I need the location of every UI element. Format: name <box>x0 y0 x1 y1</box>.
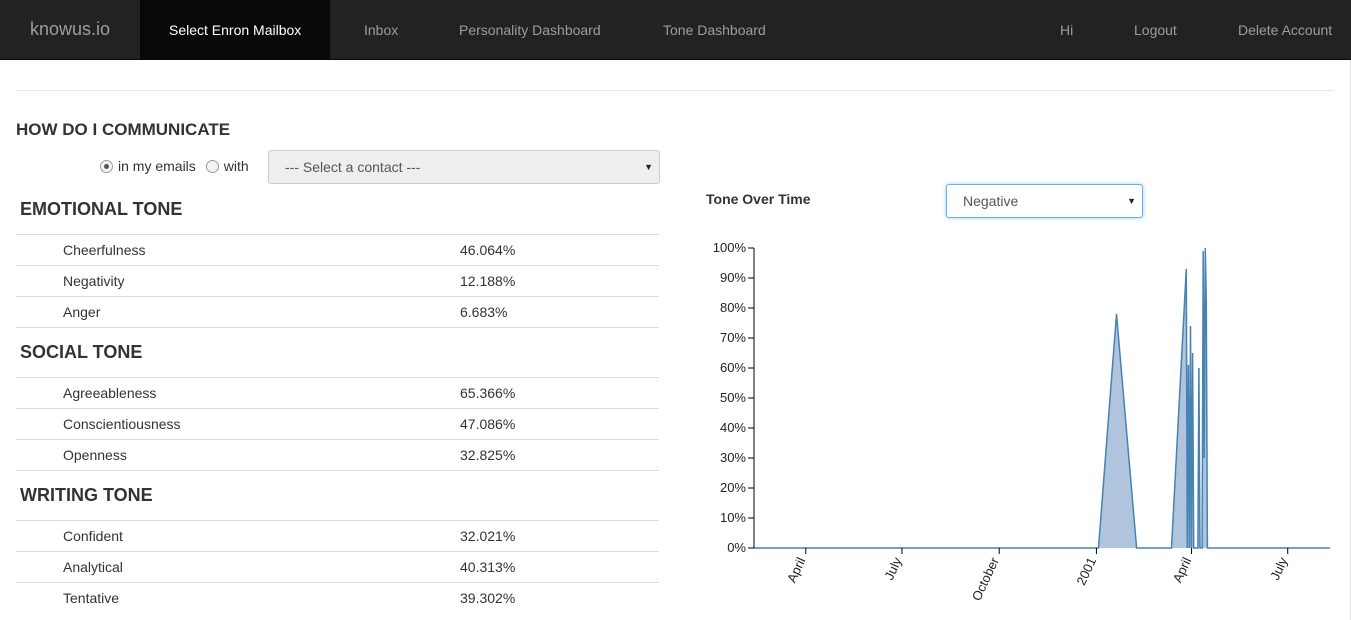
radio-with-label[interactable]: with <box>224 158 249 174</box>
tone-type-select[interactable]: Negative ▼ <box>946 184 1143 218</box>
contact-select[interactable]: --- Select a contact --- ▼ <box>268 150 660 184</box>
emotional-tone-heading: EMOTIONAL TONE <box>20 199 183 219</box>
y-tick-label: 10% <box>720 510 746 525</box>
social-tone-heading: SOCIAL TONE <box>20 342 143 362</box>
title-divider <box>16 90 1334 91</box>
tone-row-value: 32.825% <box>460 447 516 463</box>
y-tick-label: 90% <box>720 270 746 285</box>
radio-in-my-emails[interactable] <box>100 160 113 173</box>
tone-over-time-chart: 0% 10% 20% 30% 40% 50% 60% 70% 80% 90% 100% April Ju… <box>713 240 1330 603</box>
y-tick-label: 70% <box>720 330 746 345</box>
divider <box>16 234 659 235</box>
tone-row-value: 46.064% <box>460 242 516 258</box>
nav-logout[interactable]: Logout <box>1134 0 1177 60</box>
brand-logo[interactable]: knowus.io <box>30 19 110 40</box>
tone-row-label: Anger <box>63 304 101 320</box>
y-tick-label: 40% <box>720 420 746 435</box>
nav-greeting[interactable]: Hi <box>1060 0 1073 60</box>
x-tick-label: July <box>881 554 905 582</box>
divider <box>16 296 659 297</box>
divider <box>16 551 659 552</box>
divider <box>16 377 659 378</box>
tone-row-label: Analytical <box>63 559 123 575</box>
nav-select-mailbox[interactable]: Select Enron Mailbox <box>140 0 331 60</box>
x-tick-label: 2001 <box>1073 555 1099 588</box>
y-tick-label: 20% <box>720 480 746 495</box>
y-tick-label: 80% <box>720 300 746 315</box>
communicate-heading: HOW DO I COMMUNICATE <box>16 120 231 139</box>
tone-row-label: Tentative <box>63 590 120 606</box>
nav-personality-dashboard[interactable]: Personality Dashboard <box>459 0 601 60</box>
tone-row-value: 47.086% <box>460 416 516 432</box>
tone-row-label: Conscientiousness <box>63 416 181 432</box>
tone-row-value: 32.021% <box>460 528 516 544</box>
chevron-down-icon: ▼ <box>1127 196 1136 206</box>
tone-row-label: Cheerfulness <box>63 242 146 258</box>
tone-row-value: 12.188% <box>460 273 516 289</box>
x-tick-label: October <box>969 554 1002 603</box>
chart-area <box>754 248 1330 548</box>
tone-row-label: Confident <box>63 528 123 544</box>
y-tick-label: 100% <box>713 240 747 255</box>
divider <box>16 439 659 440</box>
nav-inbox[interactable]: Inbox <box>364 0 398 60</box>
divider <box>16 582 659 583</box>
top-navbar: knowus.io Select Enron Mailbox Inbox Per… <box>0 0 1351 60</box>
tone-row-value: 40.313% <box>460 559 516 575</box>
y-tick-label: 0% <box>727 540 746 555</box>
y-tick-label: 60% <box>720 360 746 375</box>
radio-with[interactable] <box>205 160 219 173</box>
tone-row-value: 6.683% <box>460 304 508 320</box>
communicate-radio-group: in my emails with <box>100 158 259 178</box>
nav-tone-dashboard[interactable]: Tone Dashboard <box>663 0 766 60</box>
chevron-down-icon: ▼ <box>644 162 653 172</box>
radio-in-my-emails-label[interactable]: in my emails <box>118 158 196 174</box>
tone-over-time-label: Tone Over Time <box>706 191 811 207</box>
writing-tone-heading: WRITING TONE <box>20 485 153 505</box>
divider <box>16 327 659 328</box>
y-tick-label: 30% <box>720 450 746 465</box>
divider <box>16 470 659 471</box>
tone-row-label: Openness <box>63 447 127 463</box>
nav-delete-account[interactable]: Delete Account <box>1238 0 1332 60</box>
chart-line <box>754 247 1330 549</box>
tone-row-value: 65.366% <box>460 385 516 401</box>
x-tick-label: April <box>784 555 809 585</box>
tone-row-value: 39.302% <box>460 590 516 606</box>
divider <box>16 520 659 521</box>
x-tick-label: July <box>1267 554 1291 582</box>
contact-select-value: --- Select a contact --- <box>285 159 421 175</box>
tone-type-select-value: Negative <box>963 193 1019 209</box>
divider <box>16 265 659 266</box>
y-tick-label: 50% <box>720 390 746 405</box>
tone-row-label: Agreeableness <box>63 385 157 401</box>
divider <box>16 408 659 409</box>
x-tick-label: April <box>1170 555 1195 585</box>
tone-row-label: Negativity <box>63 273 125 289</box>
